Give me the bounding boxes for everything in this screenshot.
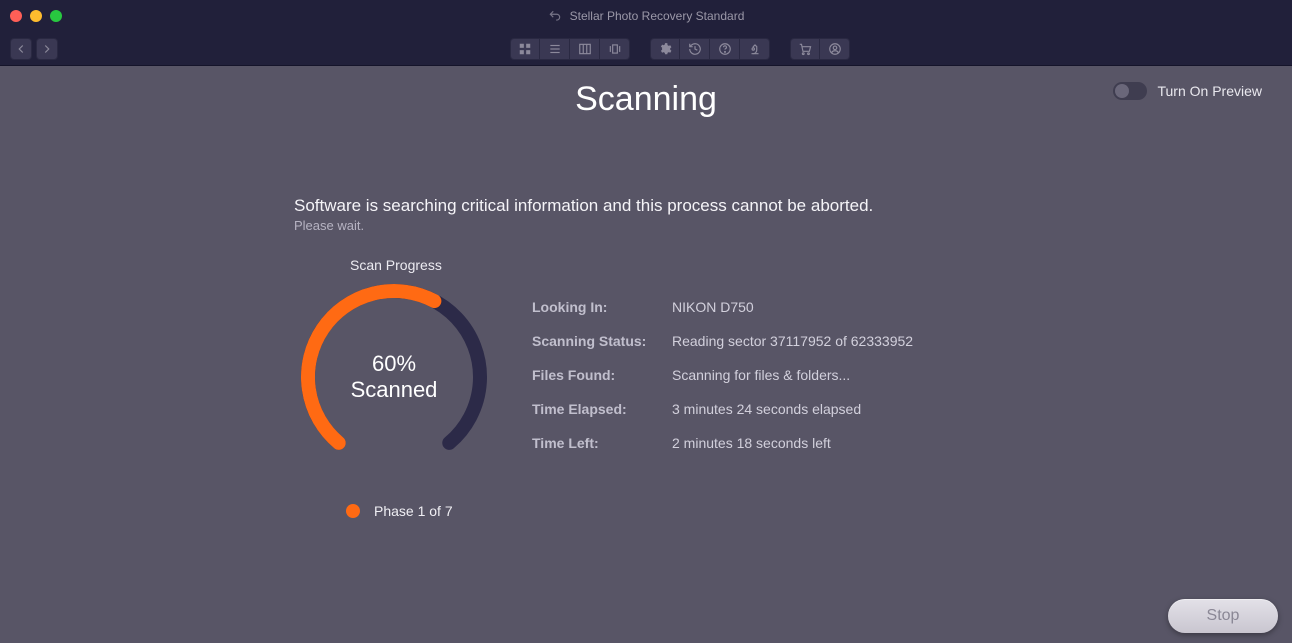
status-secondary: Please wait.: [294, 218, 1252, 233]
gauge-text: 60% Scanned: [294, 277, 494, 477]
window-title: Stellar Photo Recovery Standard: [0, 0, 1292, 32]
scan-gauge: 60% Scanned: [294, 277, 494, 477]
stop-button[interactable]: Stop: [1168, 599, 1278, 633]
preview-toggle[interactable]: [1113, 82, 1147, 100]
toolbar: [0, 32, 1292, 66]
page-title: Scanning: [0, 80, 1292, 119]
scan-progress-label: Scan Progress: [350, 257, 1252, 273]
info-value-scanning-status: Reading sector 37117952 of 62333952: [672, 333, 913, 349]
info-label-time-left: Time Left:: [532, 435, 662, 451]
profile-button[interactable]: [820, 38, 850, 60]
gear-icon: [658, 42, 672, 56]
stop-button-label: Stop: [1207, 607, 1240, 625]
grid-icon: [518, 42, 532, 56]
undo-icon: [548, 9, 562, 23]
preview-toggle-row: Turn On Preview: [1113, 82, 1262, 100]
info-label-looking-in: Looking In:: [532, 299, 662, 315]
info-value-files-found: Scanning for files & folders...: [672, 367, 913, 383]
user-icon: [828, 42, 842, 56]
view-list-button[interactable]: [540, 38, 570, 60]
help-icon: [718, 42, 732, 56]
nav-forward-button[interactable]: [36, 38, 58, 60]
tools-group: [650, 38, 770, 60]
settings-button[interactable]: [650, 38, 680, 60]
help-button[interactable]: [710, 38, 740, 60]
phase-dot-icon: [346, 504, 360, 518]
chevron-left-icon: [14, 42, 28, 56]
view-columns-button[interactable]: [570, 38, 600, 60]
preview-toggle-label: Turn On Preview: [1157, 83, 1262, 99]
toggle-knob: [1115, 84, 1129, 98]
coverflow-icon: [608, 42, 622, 56]
phase-text: Phase 1 of 7: [374, 503, 453, 519]
columns-icon: [578, 42, 592, 56]
info-label-scanning-status: Scanning Status:: [532, 333, 662, 349]
status-primary: Software is searching critical informati…: [294, 196, 1252, 216]
maximize-window-button[interactable]: [50, 10, 62, 22]
history-button[interactable]: [680, 38, 710, 60]
close-window-button[interactable]: [10, 10, 22, 22]
gauge-percent: 60%: [372, 351, 416, 377]
view-coverflow-button[interactable]: [600, 38, 630, 60]
nav-back-button[interactable]: [10, 38, 32, 60]
cart-icon: [798, 42, 812, 56]
nav-arrows: [10, 38, 58, 60]
info-label-time-elapsed: Time Elapsed:: [532, 401, 662, 417]
window-controls: [10, 10, 62, 22]
chevron-right-icon: [40, 42, 54, 56]
scan-row: 60% Scanned Looking In: NIKON D750 Scann…: [294, 277, 1252, 477]
view-mode-group: [510, 38, 630, 60]
account-group: [790, 38, 850, 60]
window-title-text: Stellar Photo Recovery Standard: [570, 9, 745, 23]
buy-button[interactable]: [790, 38, 820, 60]
list-icon: [548, 42, 562, 56]
info-value-time-left: 2 minutes 18 seconds left: [672, 435, 913, 451]
info-label-files-found: Files Found:: [532, 367, 662, 383]
info-grid: Looking In: NIKON D750 Scanning Status: …: [532, 299, 913, 451]
info-value-looking-in: NIKON D750: [672, 299, 913, 315]
phase-indicator: Phase 1 of 7: [346, 503, 1252, 519]
titlebar: Stellar Photo Recovery Standard: [0, 0, 1292, 32]
view-grid-button[interactable]: [510, 38, 540, 60]
support-button[interactable]: [740, 38, 770, 60]
scan-content: Software is searching critical informati…: [294, 196, 1252, 519]
minimize-window-button[interactable]: [30, 10, 42, 22]
info-value-time-elapsed: 3 minutes 24 seconds elapsed: [672, 401, 913, 417]
gauge-scanned-label: Scanned: [351, 377, 438, 403]
history-icon: [688, 42, 702, 56]
microscope-icon: [748, 42, 762, 56]
